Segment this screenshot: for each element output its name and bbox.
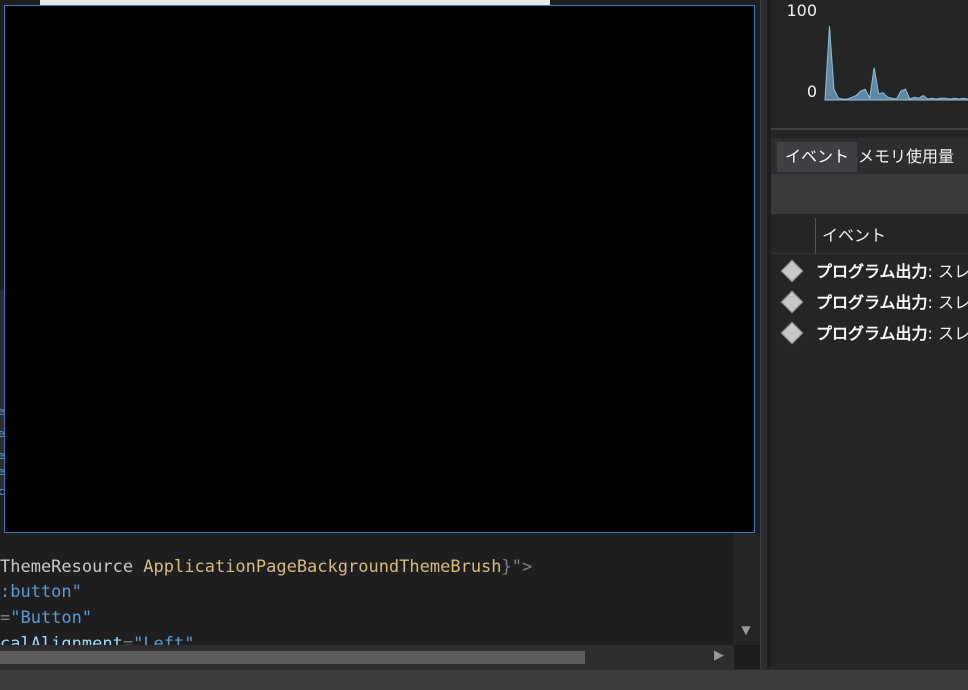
event-category: プログラム出力 <box>816 262 928 281</box>
event-message: : スレッ <box>927 293 968 312</box>
y-tick-label-top: 100 <box>786 1 817 20</box>
tab-events[interactable]: イベント <box>777 142 858 172</box>
event-row[interactable]: プログラム出力: スレッ <box>771 318 968 349</box>
code-token: = <box>0 608 11 628</box>
event-text: プログラム出力: スレッ <box>816 318 968 349</box>
tab-memory-usage[interactable]: メモリ使用量 <box>850 142 962 172</box>
code-line[interactable]: ThemeResource ApplicationPageBackgroundT… <box>0 555 532 579</box>
code-line[interactable]: :button" <box>0 580 82 604</box>
column-header-event[interactable]: イベント <box>822 224 886 248</box>
event-diamond-icon <box>780 321 804 345</box>
scroll-down-icon[interactable]: ▼ <box>738 622 754 638</box>
panel-divider <box>771 128 968 130</box>
column-separator[interactable] <box>815 218 816 254</box>
event-message: : スレッ <box>927 324 968 343</box>
event-row[interactable]: プログラム出力: スレッ <box>771 287 968 318</box>
code-token: calAlignment <box>0 634 123 645</box>
code-token: = <box>122 634 134 645</box>
code-token: :button" <box>0 582 82 602</box>
code-token: ThemeResource <box>0 557 144 577</box>
event-text: プログラム出力: スレッ <box>816 256 968 287</box>
cpu-chart-svg: 100 0 <box>786 1 968 101</box>
code-token: "Button" <box>10 608 93 628</box>
horizontal-scroll-thumb[interactable] <box>0 651 585 664</box>
y-tick-label-bottom: 0 <box>807 82 817 101</box>
code-token: }"> <box>501 557 533 577</box>
event-row[interactable]: プログラム出力: スレッ <box>771 256 968 287</box>
scroll-right-icon[interactable]: ▶ <box>711 648 727 664</box>
event-diamond-icon <box>780 259 804 283</box>
code-line[interactable]: ="Button" <box>0 606 92 630</box>
running-app-window[interactable] <box>4 5 755 533</box>
event-diamond-icon <box>780 290 804 314</box>
event-message: : スレッ <box>927 262 968 281</box>
cpu-usage-chart: 100 0 <box>771 0 968 128</box>
event-text: プログラム出力: スレッ <box>816 287 968 318</box>
event-category: プログラム出力 <box>816 293 928 312</box>
code-token: "Left" <box>133 634 195 645</box>
event-category: プログラム出力 <box>816 324 928 343</box>
code-token: ApplicationPageBackgroundThemeBrush <box>143 557 502 577</box>
code-line[interactable]: calAlignment="Left" <box>0 632 195 645</box>
status-bar <box>0 669 968 690</box>
events-toolbar <box>771 174 968 214</box>
cpu-usage-area <box>824 26 968 101</box>
